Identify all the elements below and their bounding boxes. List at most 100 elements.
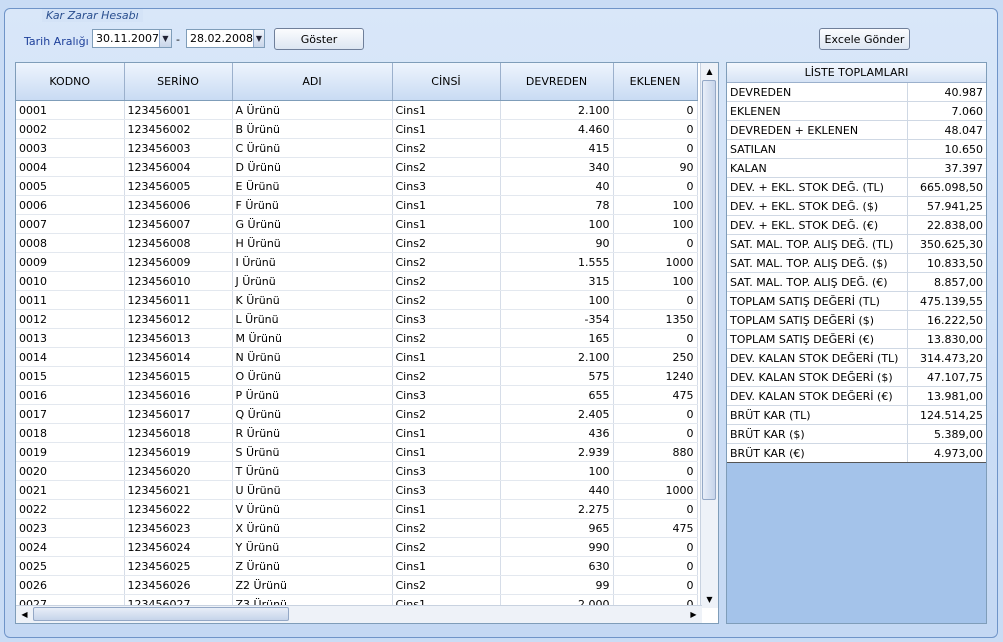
table-cell: 0026: [16, 575, 125, 595]
totals-row: DEV. KALAN STOK DEĞERİ (TL) 314.473,20: [727, 348, 986, 368]
totals-row: DEV. + EKL. STOK DEĞ. ($) 57.941,25: [727, 196, 986, 216]
stock-grid[interactable]: KODNO SERİNO ADI CİNSİ DEVREDEN EKLENEN 0001 1…: [15, 62, 719, 624]
chevron-down-icon[interactable]: ▼: [158, 30, 171, 47]
export-excel-button[interactable]: Excele Gönder: [819, 28, 910, 50]
table-cell: L Ürünü: [232, 309, 393, 329]
date-range-label: Tarih Aralığı :: [24, 35, 96, 48]
table-cell: 0016: [16, 385, 125, 405]
table-cell: 2.275: [500, 499, 614, 519]
scroll-down-arrow-icon[interactable]: ▼: [701, 591, 718, 608]
table-cell: Cins1: [392, 195, 501, 215]
totals-value: 4.973,00: [906, 443, 986, 463]
table-cell: 90: [500, 233, 614, 253]
table-cell: 100: [613, 195, 698, 215]
totals-value: 475.139,55: [906, 291, 986, 311]
table-cell: 1240: [613, 366, 698, 386]
chevron-down-icon[interactable]: ▼: [252, 30, 264, 47]
table-cell: 100: [613, 214, 698, 234]
totals-label: DEV. + EKL. STOK DEĞ. (€): [727, 215, 907, 235]
table-cell: 0014: [16, 347, 125, 367]
table-cell: 100: [500, 214, 614, 234]
table-row[interactable]: 0013 123456013 M Ürünü Cins2 165 0: [16, 328, 698, 348]
totals-label: SAT. MAL. TOP. ALIŞ DEĞ. ($): [727, 253, 907, 273]
vertical-scrollbar[interactable]: ▲ ▼: [700, 63, 718, 608]
table-row[interactable]: 0014 123456014 N Ürünü Cins1 2.100 250: [16, 347, 698, 367]
start-date-picker[interactable]: 30.11.2007 ▼: [92, 29, 172, 48]
table-cell: C Ürünü: [232, 138, 393, 158]
table-row[interactable]: 0025 123456025 Z Ürünü Cins1 630 0: [16, 556, 698, 576]
table-cell: 1000: [613, 480, 698, 500]
table-row[interactable]: 0010 123456010 J Ürünü Cins2 315 100: [16, 271, 698, 291]
table-row[interactable]: 0007 123456007 G Ürünü Cins1 100 100: [16, 214, 698, 234]
table-row[interactable]: 0011 123456011 K Ürünü Cins2 100 0: [16, 290, 698, 310]
column-header[interactable]: ADI: [232, 63, 393, 101]
totals-header: LİSTE TOPLAMLARI: [727, 63, 986, 83]
table-cell: Cins3: [392, 480, 501, 500]
totals-value: 16.222,50: [906, 310, 986, 330]
table-cell: 0005: [16, 176, 125, 196]
table-row[interactable]: 0023 123456023 X Ürünü Cins2 965 475: [16, 518, 698, 538]
table-cell: 340: [500, 157, 614, 177]
table-cell: Cins3: [392, 176, 501, 196]
column-header[interactable]: SERİNO: [124, 63, 233, 101]
scroll-left-arrow-icon[interactable]: ◀: [16, 606, 33, 623]
totals-row: EKLENEN 7.060: [727, 101, 986, 121]
table-row[interactable]: 0024 123456024 Y Ürünü Cins2 990 0: [16, 537, 698, 557]
table-cell: Cins2: [392, 157, 501, 177]
column-header[interactable]: KODNO: [16, 63, 125, 101]
show-button[interactable]: Göster: [274, 28, 364, 50]
table-row[interactable]: 0004 123456004 D Ürünü Cins2 340 90: [16, 157, 698, 177]
table-cell: 575: [500, 366, 614, 386]
table-cell: Cins2: [392, 138, 501, 158]
table-cell: S Ürünü: [232, 442, 393, 462]
table-row[interactable]: 0018 123456018 R Ürünü Cins1 436 0: [16, 423, 698, 443]
table-row[interactable]: 0006 123456006 F Ürünü Cins1 78 100: [16, 195, 698, 215]
table-row[interactable]: 0019 123456019 S Ürünü Cins1 2.939 880: [16, 442, 698, 462]
table-cell: 990: [500, 537, 614, 557]
totals-label: DEV. KALAN STOK DEĞERİ (€): [727, 386, 907, 406]
column-header[interactable]: DEVREDEN: [500, 63, 614, 101]
totals-value: 13.981,00: [906, 386, 986, 406]
table-cell: B Ürünü: [232, 119, 393, 139]
totals-row: DEV. + EKL. STOK DEĞ. (TL) 665.098,50: [727, 177, 986, 197]
end-date-picker[interactable]: 28.02.2008 ▼: [186, 29, 265, 48]
table-row[interactable]: 0012 123456012 L Ürünü Cins3 -354 1350: [16, 309, 698, 329]
table-row[interactable]: 0020 123456020 T Ürünü Cins3 100 0: [16, 461, 698, 481]
table-row[interactable]: 0008 123456008 H Ürünü Cins2 90 0: [16, 233, 698, 253]
totals-row: SAT. MAL. TOP. ALIŞ DEĞ. (€) 8.857,00: [727, 272, 986, 292]
table-cell: 123456002: [124, 119, 233, 139]
totals-value: 48.047: [906, 120, 986, 140]
table-row[interactable]: 0021 123456021 U Ürünü Cins3 440 1000: [16, 480, 698, 500]
scroll-up-arrow-icon[interactable]: ▲: [701, 63, 718, 80]
table-cell: 0011: [16, 290, 125, 310]
table-cell: 0012: [16, 309, 125, 329]
table-cell: R Ürünü: [232, 423, 393, 443]
table-cell: Cins1: [392, 214, 501, 234]
table-cell: 0: [613, 537, 698, 557]
table-cell: 123456004: [124, 157, 233, 177]
table-row[interactable]: 0026 123456026 Z2 Ürünü Cins2 99 0: [16, 575, 698, 595]
table-row[interactable]: 0001 123456001 A Ürünü Cins1 2.100 0: [16, 100, 698, 120]
table-row[interactable]: 0005 123456005 E Ürünü Cins3 40 0: [16, 176, 698, 196]
table-cell: Cins2: [392, 537, 501, 557]
table-row[interactable]: 0009 123456009 I Ürünü Cins2 1.555 1000: [16, 252, 698, 272]
table-cell: 99: [500, 575, 614, 595]
horizontal-scrollbar[interactable]: ◀ ▶: [16, 605, 702, 623]
vertical-scroll-thumb[interactable]: [702, 80, 716, 500]
table-cell: Z2 Ürünü: [232, 575, 393, 595]
table-row[interactable]: 0015 123456015 O Ürünü Cins2 575 1240: [16, 366, 698, 386]
table-row[interactable]: 0022 123456022 V Ürünü Cins1 2.275 0: [16, 499, 698, 519]
scroll-right-arrow-icon[interactable]: ▶: [685, 606, 702, 623]
grid-header-row: KODNO SERİNO ADI CİNSİ DEVREDEN EKLENEN: [16, 63, 698, 101]
table-cell: 0: [613, 423, 698, 443]
table-row[interactable]: 0017 123456017 Q Ürünü Cins2 2.405 0: [16, 404, 698, 424]
table-cell: Cins2: [392, 366, 501, 386]
horizontal-scroll-thumb[interactable]: [33, 607, 289, 621]
table-row[interactable]: 0002 123456002 B Ürünü Cins1 4.460 0: [16, 119, 698, 139]
column-header[interactable]: EKLENEN: [613, 63, 698, 101]
table-row[interactable]: 0016 123456016 P Ürünü Cins3 655 475: [16, 385, 698, 405]
column-header[interactable]: CİNSİ: [392, 63, 501, 101]
table-row[interactable]: 0003 123456003 C Ürünü Cins2 415 0: [16, 138, 698, 158]
table-cell: 0009: [16, 252, 125, 272]
totals-label: TOPLAM SATIŞ DEĞERİ (TL): [727, 291, 907, 311]
